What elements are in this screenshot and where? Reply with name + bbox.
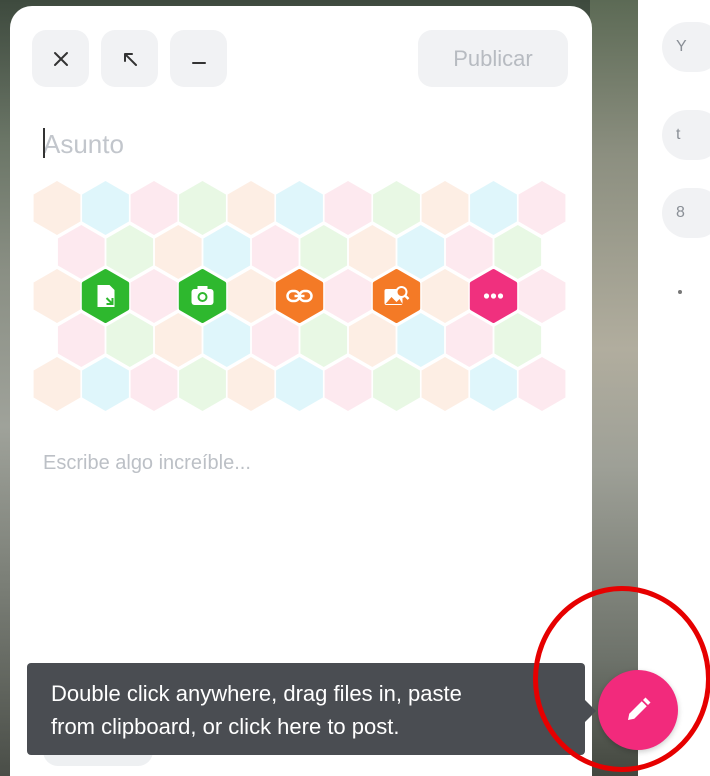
hex-cell [276,357,323,411]
minimize-button[interactable] [170,30,227,87]
hex-cell [82,181,129,235]
compose-dialog: Publicar [10,6,592,776]
hex-cell [179,181,226,235]
subject-input[interactable] [43,124,563,164]
hex-cell [154,225,202,279]
link-button[interactable] [275,269,324,323]
hex-cell [348,225,396,279]
minimize-icon [191,61,206,64]
hex-cell [106,225,154,279]
hex-cell [324,357,372,411]
hex-cell [421,181,469,235]
hex-cell [179,357,226,411]
right-panel-item-label: 8 [676,204,685,221]
body-input[interactable] [43,452,563,612]
hex-cell [445,225,493,279]
hex-cell [130,269,178,323]
right-panel-item-label: Y [676,38,687,55]
tooltip-line-1: Double click anywhere, drag files in, pa… [51,681,462,706]
hex-cell [33,357,81,411]
hex-cell [348,313,396,367]
tooltip-arrow [585,700,596,722]
right-panel-item[interactable]: Y [662,22,710,72]
hex-cell [494,313,542,367]
right-panel-item[interactable]: 8 [662,188,710,238]
hex-cell [470,181,517,235]
hex-cell [130,357,178,411]
hex-cell [300,225,348,279]
tooltip-line-2: from clipboard, or click here to post. [51,714,400,739]
hex-cell [324,269,372,323]
right-panel-item[interactable]: t [662,110,710,160]
close-button[interactable] [32,30,89,87]
hex-cell [373,357,420,411]
hex-cell [106,313,154,367]
hex-cell [518,181,566,235]
expand-arrow-icon [123,52,137,66]
camera-button[interactable] [178,269,227,323]
hex-cell [227,181,275,235]
hex-cell [276,181,323,235]
hex-cell [445,313,493,367]
document-upload-icon [97,285,115,307]
hex-cell [130,181,178,235]
hex-cell [397,313,445,367]
hex-cell [57,225,105,279]
hex-cell [494,225,542,279]
hex-cell [154,313,202,367]
hex-cell [397,225,445,279]
hex-cell [82,357,129,411]
hex-cell [227,357,275,411]
background-photo-strip [590,0,638,776]
right-panel-item-label: t [676,126,681,143]
hex-grid-svg [33,181,566,411]
attachment-hex-grid [30,181,572,433]
hex-cell [33,181,81,235]
compose-fab-button[interactable] [598,670,678,750]
expand-button[interactable] [101,30,158,87]
more-button[interactable] [469,269,518,323]
text-caret [43,128,45,158]
hex-cell [203,225,251,279]
hex-cell [518,269,566,323]
hex-cell [227,269,275,323]
bullet-dot [678,290,682,294]
hex-cell [470,357,517,411]
hex-cell [251,313,299,367]
hex-cell [324,181,372,235]
pencil-icon [628,697,651,720]
hex-cell [300,313,348,367]
more-icon [483,293,504,299]
hex-cell [251,225,299,279]
hex-cell [373,181,420,235]
hex-cell [203,313,251,367]
right-panel: Y t 8 [638,0,710,776]
help-tooltip: Double click anywhere, drag files in, pa… [27,663,585,755]
hex-cell [57,313,105,367]
image-search-button[interactable] [372,269,421,323]
hex-cell [518,357,566,411]
hex-cell [33,269,81,323]
hex-cell [421,357,469,411]
document-upload-button[interactable] [81,269,130,323]
close-icon [53,51,68,66]
publish-button[interactable]: Publicar [418,30,568,87]
hex-cell [421,269,469,323]
